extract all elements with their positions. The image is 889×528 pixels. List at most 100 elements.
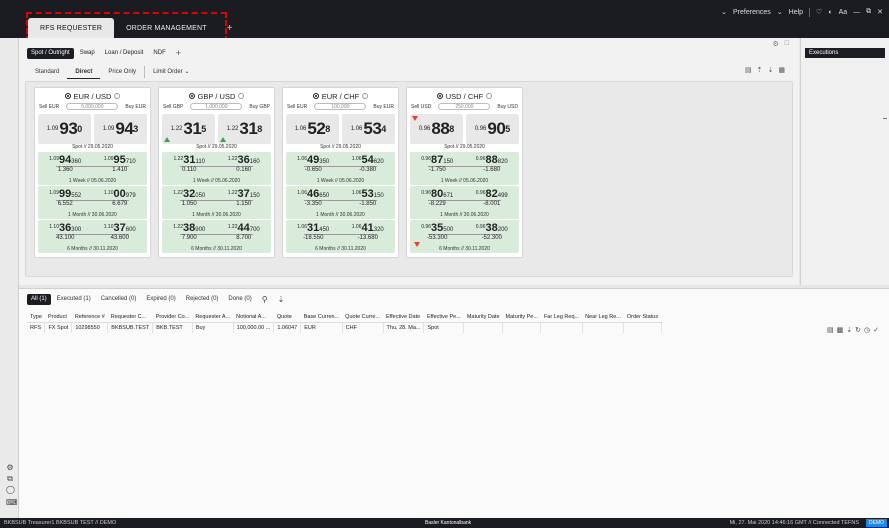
tab-all[interactable]: All (1): [27, 294, 51, 305]
help-menu[interactable]: Help: [789, 9, 803, 16]
tab-rfs-requester[interactable]: RFS REQUESTER: [28, 18, 115, 38]
spot-ask-button[interactable]: 0.96 90 5: [466, 114, 519, 144]
column-header[interactable]: Quote: [273, 312, 301, 323]
column-header[interactable]: Type: [27, 312, 45, 323]
amount-input[interactable]: 250,000: [438, 103, 491, 110]
tab-executed[interactable]: Executed (1): [53, 294, 95, 305]
minimize-icon[interactable]: —: [853, 9, 860, 16]
forward-bid[interactable]: 1.2231110: [162, 154, 217, 166]
column-header[interactable]: Near Leg Re...: [582, 312, 624, 323]
spot-bid-button[interactable]: 1.06 52 8: [286, 114, 339, 144]
tab-swap[interactable]: Swap: [76, 48, 99, 59]
radio-icon[interactable]: [114, 93, 121, 99]
restore-icon[interactable]: ⧉: [866, 8, 871, 16]
close-icon[interactable]: ✕: [877, 8, 883, 16]
clipboard-icon[interactable]: ▤: [745, 66, 752, 74]
preferences-menu[interactable]: Preferences: [733, 9, 771, 16]
column-header[interactable]: Base Curren...: [300, 312, 343, 323]
spot-bid-button[interactable]: 1.22 31 5: [162, 114, 215, 144]
forward-bid[interactable]: 1.2232050: [162, 188, 217, 200]
forward-ask[interactable]: 1.1037600: [93, 222, 148, 234]
column-header[interactable]: Effective Date: [383, 312, 424, 323]
forward-bid[interactable]: 1.0649350: [286, 154, 341, 166]
forward-ask[interactable]: 1.2244700: [217, 222, 272, 234]
forward-row[interactable]: 1.0646650 1.0653150 -3.350 -1.850 1 Month //…: [286, 186, 395, 219]
column-header[interactable]: Order Status: [623, 312, 662, 323]
column-header[interactable]: Provider Co...: [152, 312, 193, 323]
column-header[interactable]: Product: [44, 312, 72, 323]
tab-limit-order[interactable]: Limit Order ⌄: [144, 66, 197, 78]
forward-bid[interactable]: 1.2238900: [162, 222, 217, 234]
forward-row[interactable]: 1.0994360 1.0995710 1.360 1.410 1 Week // 05…: [38, 152, 147, 185]
amount-input[interactable]: 5,000,000: [66, 103, 119, 110]
tab-standard[interactable]: Standard: [27, 66, 67, 78]
tab-price-only[interactable]: Price Only: [100, 66, 144, 78]
download-icon[interactable]: ⇣: [846, 326, 852, 334]
tab-direct[interactable]: Direct: [67, 66, 101, 79]
forward-row[interactable]: 0.9635500 0.9638200 -53.300 -52.300 6 Months…: [410, 220, 519, 253]
forward-bid[interactable]: 1.1036300: [38, 222, 93, 234]
forward-row[interactable]: 1.0649350 1.0654620 -0.650 -0.380 1 Week // …: [286, 152, 395, 185]
forward-bid[interactable]: 1.0994360: [38, 154, 93, 166]
search-icon[interactable]: ⚲: [258, 294, 272, 305]
forward-ask[interactable]: 1.0653150: [341, 188, 396, 200]
upload-icon[interactable]: ⇡: [757, 66, 763, 74]
add-tab-button[interactable]: +: [219, 18, 241, 38]
gear-icon[interactable]: ⚙: [772, 40, 778, 48]
column-header[interactable]: Maturity Date: [463, 312, 503, 323]
tab-done[interactable]: Done (0): [224, 294, 255, 305]
column-header[interactable]: Effective Pe...: [423, 312, 464, 323]
radio-selected-icon[interactable]: [436, 93, 443, 99]
forward-ask[interactable]: 0.9688820: [465, 154, 520, 166]
forward-bid[interactable]: 0.9635500: [410, 222, 465, 234]
column-header[interactable]: Quote Curre...: [342, 312, 384, 323]
tab-order-management[interactable]: ORDER MANAGEMENT: [114, 18, 219, 38]
forward-bid[interactable]: 1.0646650: [286, 188, 341, 200]
contrast-icon[interactable]: ◐: [828, 9, 832, 16]
forward-bid[interactable]: 0.9687150: [410, 154, 465, 166]
forward-row[interactable]: 1.2238900 1.2244700 7.900 8.700 6 Months // …: [162, 220, 271, 253]
font-size-button[interactable]: Aa: [839, 9, 848, 16]
tab-rejected[interactable]: Rejected (0): [182, 294, 223, 305]
forward-ask[interactable]: 1.2237150: [217, 188, 272, 200]
tab-expired[interactable]: Expired (0): [142, 294, 179, 305]
radio-icon[interactable]: [238, 93, 245, 99]
shield-icon[interactable]: ◯: [6, 486, 15, 494]
download-icon[interactable]: ⇣: [274, 294, 289, 305]
amount-input[interactable]: 100,000: [314, 103, 367, 110]
amount-input[interactable]: 1,000,000: [190, 103, 243, 110]
radio-icon[interactable]: [362, 93, 369, 99]
column-header[interactable]: Far Leg Req...: [540, 312, 583, 323]
repeat-icon[interactable]: ↻: [855, 326, 861, 334]
forward-row[interactable]: 1.2231110 1.2236160 0.110 0.160 1 Week // 05…: [162, 152, 271, 185]
forward-ask[interactable]: 1.0641320: [341, 222, 396, 234]
forward-ask[interactable]: 0.9638200: [465, 222, 520, 234]
spot-bid-button[interactable]: 0.96 88 8: [410, 114, 463, 144]
forward-ask[interactable]: 1.0654620: [341, 154, 396, 166]
column-header[interactable]: Requester A...: [192, 312, 234, 323]
clock-icon[interactable]: ◷: [864, 326, 870, 334]
forward-bid[interactable]: 0.9680671: [410, 188, 465, 200]
trash-icon[interactable]: □: [785, 40, 789, 48]
grid-settings-icon[interactable]: ▦: [778, 66, 785, 74]
forward-row[interactable]: 0.9680671 0.9682499 -8.229 -8.001 1 Month //…: [410, 186, 519, 219]
document-icon[interactable]: ▤: [827, 326, 834, 334]
bell-icon[interactable]: ♡: [816, 8, 822, 16]
chevron-down-icon[interactable]: ⌄: [721, 8, 727, 16]
column-header[interactable]: Requester C...: [107, 312, 153, 323]
column-header[interactable]: Reference #: [71, 312, 108, 323]
radio-icon[interactable]: [486, 93, 493, 99]
forward-bid[interactable]: 1.0999552: [38, 188, 93, 200]
radio-selected-icon[interactable]: [188, 93, 195, 99]
spot-bid-button[interactable]: 1.09 93 0: [38, 114, 91, 144]
check-icon[interactable]: ✓: [873, 326, 879, 334]
copy-icon[interactable]: ⧉: [6, 475, 14, 483]
forward-row[interactable]: 1.1036300 1.1037600 43.100 43.600 6 Months /…: [38, 220, 147, 253]
spot-ask-button[interactable]: 1.22 31 8: [218, 114, 271, 144]
chevron-down-icon[interactable]: ⌄: [777, 8, 783, 16]
forward-row[interactable]: 0.9687150 0.9688820 -1.750 -1.680 1 Week // …: [410, 152, 519, 185]
forward-ask[interactable]: 1.2236160: [217, 154, 272, 166]
tab-ndf[interactable]: NDF: [149, 48, 169, 59]
forward-ask[interactable]: 1.1000979: [93, 188, 148, 200]
print-icon[interactable]: ▩: [837, 326, 844, 334]
